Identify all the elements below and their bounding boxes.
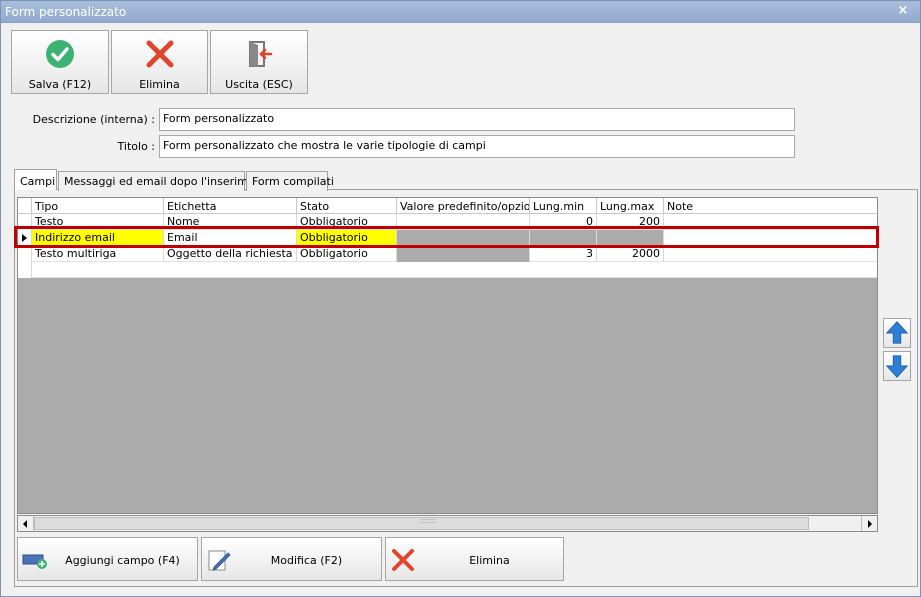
header-note[interactable]: Note — [664, 198, 877, 213]
delete-field-label: Elimina — [469, 554, 510, 567]
header-indicator — [18, 198, 32, 213]
cell-valore[interactable] — [397, 246, 530, 262]
x-icon — [392, 549, 414, 571]
description-field[interactable]: Form personalizzato — [159, 108, 795, 131]
cell-note[interactable] — [664, 214, 877, 230]
window-title: Form personalizzato — [5, 5, 127, 19]
delete-field-button[interactable]: Elimina — [385, 537, 564, 581]
row-indicator — [18, 262, 32, 278]
cell-lung-min[interactable]: 3 — [530, 246, 597, 262]
fields-grid[interactable]: Tipo Etichetta Stato Valore predefinito/… — [17, 197, 878, 514]
title-bar: Form personalizzato × — [1, 1, 920, 23]
x-icon — [146, 40, 173, 68]
cell-note[interactable] — [664, 230, 877, 246]
delete-button-label: Elimina — [139, 78, 180, 91]
arrow-left-icon — [23, 520, 27, 528]
check-icon — [46, 40, 74, 68]
delete-button[interactable]: Elimina — [111, 30, 208, 94]
exit-button[interactable]: Uscita (ESC) — [210, 30, 308, 94]
arrow-down-icon — [885, 355, 909, 378]
arrow-up-icon — [885, 321, 909, 344]
grid-header: Tipo Etichetta Stato Valore predefinito/… — [18, 198, 877, 214]
exit-button-label: Uscita (ESC) — [225, 78, 293, 91]
header-stato[interactable]: Stato — [297, 198, 397, 213]
edit-button[interactable]: Modifica (F2) — [201, 537, 382, 581]
save-button-label: Salva (F12) — [28, 78, 92, 91]
move-down-button[interactable] — [883, 351, 911, 381]
cell-stato[interactable]: Obbligatorio — [297, 246, 397, 262]
table-row[interactable]: Testo multiriga Oggetto della richiesta … — [18, 246, 877, 262]
cell-note[interactable] — [664, 246, 877, 262]
title-field[interactable]: Form personalizzato che mostra le varie … — [159, 135, 795, 158]
header-etichetta[interactable]: Etichetta — [164, 198, 297, 213]
cell-tipo[interactable]: Testo — [32, 214, 164, 230]
cell-stato[interactable]: Obbligatorio — [297, 214, 397, 230]
horizontal-scrollbar[interactable]: :::::: — [17, 515, 878, 532]
scroll-right-button[interactable] — [861, 516, 877, 531]
save-button[interactable]: Salva (F12) — [11, 30, 109, 94]
cell-lung-max[interactable] — [597, 230, 664, 246]
cell-etichetta[interactable]: Email — [164, 230, 297, 246]
cell-etichetta[interactable]: Oggetto della richiesta — [164, 246, 297, 262]
exit-door-icon — [249, 41, 273, 67]
tab-campi[interactable]: Campi — [14, 169, 57, 190]
row-indicator — [18, 230, 32, 246]
cell-stato[interactable]: Obbligatorio — [297, 230, 397, 246]
edit-icon — [208, 550, 231, 571]
header-lung-min[interactable]: Lung.min — [530, 198, 597, 213]
cell-lung-min[interactable] — [530, 230, 597, 246]
add-field-label: Aggiungi campo (F4) — [65, 554, 180, 567]
scroll-grip: :::::: — [420, 516, 437, 525]
scroll-thumb[interactable]: :::::: — [34, 516, 809, 530]
current-row-arrow-icon — [22, 234, 27, 242]
cell-etichetta[interactable]: Nome — [164, 214, 297, 230]
title-label: Titolo : — [117, 140, 155, 153]
cell-valore[interactable] — [397, 230, 530, 246]
cell-lung-max[interactable]: 2000 — [597, 246, 664, 262]
table-row[interactable]: Testo Nome Obbligatorio 0 200 — [18, 214, 877, 230]
edit-label: Modifica (F2) — [270, 554, 343, 567]
description-label: Descrizione (interna) : — [32, 113, 155, 126]
tab-messaggi[interactable]: Messaggi ed email dopo l'inserimento — [58, 171, 273, 191]
move-up-button[interactable] — [883, 318, 911, 348]
table-row-new[interactable] — [18, 262, 877, 278]
cell-valore[interactable] — [397, 214, 530, 230]
dialog-window: Form personalizzato × Salva (F12) Elimin… — [0, 0, 921, 597]
table-row-selected[interactable]: Indirizzo email Email Obbligatorio — [18, 230, 877, 246]
cell-tipo[interactable]: Testo multiriga — [32, 246, 164, 262]
cell-lung-min[interactable]: 0 — [530, 214, 597, 230]
cell-tipo[interactable]: Indirizzo email — [32, 230, 164, 246]
cell-empty[interactable] — [32, 262, 877, 278]
row-indicator — [18, 246, 32, 262]
add-field-button[interactable]: Aggiungi campo (F4) — [17, 537, 198, 581]
header-lung-max[interactable]: Lung.max — [597, 198, 664, 213]
arrow-right-icon — [868, 520, 872, 528]
add-field-icon — [22, 554, 47, 569]
close-icon[interactable]: × — [896, 4, 910, 18]
scroll-left-button[interactable] — [18, 516, 34, 531]
cell-lung-max[interactable]: 200 — [597, 214, 664, 230]
header-valore[interactable]: Valore predefinito/opzioni — [397, 198, 530, 213]
header-tipo[interactable]: Tipo — [32, 198, 164, 213]
row-indicator — [18, 214, 32, 230]
tab-form-compilati[interactable]: Form compilati — [246, 171, 334, 191]
